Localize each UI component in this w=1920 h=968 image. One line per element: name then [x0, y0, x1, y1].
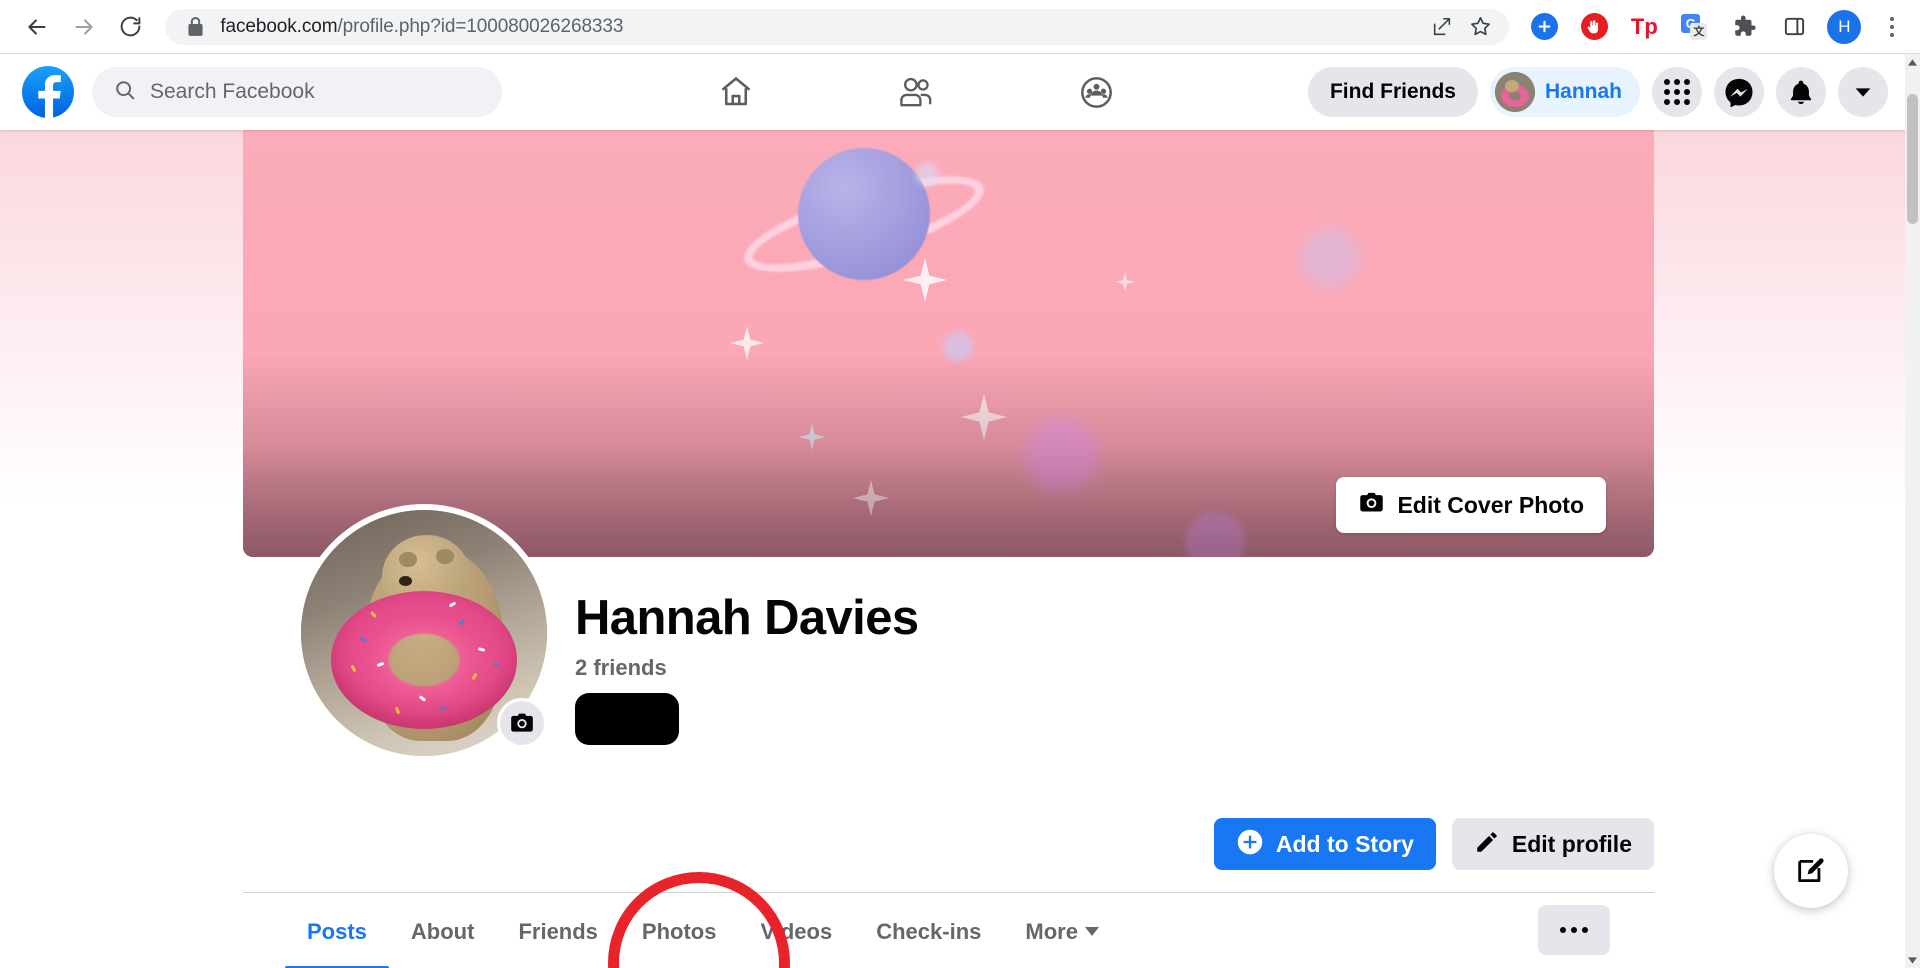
add-to-story-button[interactable]: Add to Story	[1213, 818, 1436, 870]
pencil-icon	[1474, 829, 1500, 860]
chrome-menu-button[interactable]	[1873, 7, 1910, 47]
tab-posts[interactable]: Posts	[285, 893, 389, 968]
tab-friends[interactable]: Friends	[496, 893, 619, 968]
groups-icon[interactable]	[1060, 63, 1132, 121]
menu-dot	[1889, 24, 1894, 29]
edit-profile-label: Edit profile	[1511, 830, 1632, 857]
tab-more[interactable]: More	[1003, 893, 1121, 968]
edit-profile-button[interactable]: Edit profile	[1451, 818, 1654, 870]
tab-label: Friends	[518, 918, 598, 944]
capybara-ear	[399, 551, 417, 567]
header-nav	[700, 63, 1132, 121]
search-icon	[114, 79, 136, 106]
dot	[1560, 927, 1566, 933]
cover-photo[interactable]: Edit Cover Photo	[243, 130, 1654, 557]
account-chip[interactable]: Hannah	[1489, 67, 1640, 117]
scroll-down-arrow-icon[interactable]	[1905, 952, 1920, 968]
browser-toolbar: facebook.com/profile.php?id=100080026268…	[0, 0, 1920, 54]
tab-list: Posts About Friends Photos Videos Check-…	[285, 893, 1121, 968]
orb-decoration	[915, 162, 939, 186]
tab-photos[interactable]: Photos	[620, 893, 739, 968]
profile-tabs: Posts About Friends Photos Videos Check-…	[243, 892, 1654, 968]
friends-icon[interactable]	[880, 63, 952, 121]
tab-label: About	[410, 918, 475, 944]
dot	[1582, 927, 1588, 933]
profile-page: Edit Cover Photo Hannah Davies 2 friends…	[0, 130, 1906, 968]
tab-check-ins[interactable]: Check-ins	[854, 893, 1003, 968]
tp-extension-icon[interactable]: Tp	[1624, 7, 1664, 47]
tab-label: Photos	[641, 918, 717, 944]
add-to-story-label: Add to Story	[1275, 830, 1414, 857]
side-panel-icon[interactable]	[1774, 7, 1814, 47]
bookmark-star-icon[interactable]	[1463, 10, 1497, 44]
google-translate-icon[interactable]: G 文	[1674, 7, 1714, 47]
adblock-stop-hand-icon[interactable]	[1574, 7, 1614, 47]
tab-videos[interactable]: Videos	[738, 893, 854, 968]
page-scrollbar[interactable]	[1905, 54, 1920, 968]
page-title: Hannah Davies	[575, 591, 919, 645]
edit-cover-photo-button[interactable]: Edit Cover Photo	[1336, 477, 1606, 533]
friend-count[interactable]: 2 friends	[575, 655, 919, 681]
menu-dot	[1889, 32, 1894, 37]
messenger-icon[interactable]	[1714, 67, 1764, 117]
tab-label: Posts	[307, 918, 367, 944]
browser-profile-avatar[interactable]: H	[1824, 7, 1864, 47]
browser-profile-initial: H	[1827, 9, 1862, 44]
share-icon[interactable]	[1425, 10, 1459, 44]
capybara-eye	[399, 576, 412, 587]
edit-cover-photo-label: Edit Cover Photo	[1397, 491, 1584, 518]
forward-button[interactable]	[64, 6, 102, 48]
account-menu-chevron-down-icon[interactable]	[1838, 67, 1888, 117]
profile-identity: Hannah Davies 2 friends	[575, 592, 919, 745]
search-placeholder: Search Facebook	[150, 80, 315, 103]
tab-label: More	[1025, 918, 1078, 944]
header-right-controls: Find Friends Hannah	[1307, 67, 1888, 117]
apps-grid-icon[interactable]	[1652, 67, 1702, 117]
grid-dots	[1664, 79, 1690, 105]
blue-compass-extension-icon[interactable]	[1524, 7, 1564, 47]
address-bar[interactable]: facebook.com/profile.php?id=100080026268…	[165, 8, 1510, 45]
find-friends-button[interactable]: Find Friends	[1307, 67, 1478, 117]
scroll-up-arrow-icon[interactable]	[1905, 54, 1920, 70]
redacted-content	[575, 692, 679, 745]
url-text: facebook.com/profile.php?id=100080026268…	[220, 15, 624, 37]
extension-tray: Tp G 文 H	[1509, 7, 1869, 47]
compose-pencil-icon[interactable]	[1774, 834, 1848, 908]
sprinkle	[492, 662, 501, 666]
change-profile-photo-camera-icon[interactable]	[497, 698, 547, 748]
dot	[1571, 927, 1577, 933]
home-icon[interactable]	[700, 63, 772, 121]
plus-circle-icon	[1236, 828, 1264, 861]
menu-dot	[1889, 16, 1894, 21]
tab-label: Videos	[760, 918, 833, 944]
avatar	[1494, 72, 1535, 112]
tabs-more-options-button[interactable]	[1538, 905, 1610, 955]
camera-icon	[1358, 489, 1385, 521]
scrollbar-thumb[interactable]	[1907, 94, 1918, 224]
facebook-header: Search Facebook Find Friends Hannah	[0, 54, 1906, 130]
notifications-bell-icon[interactable]	[1776, 67, 1826, 117]
tab-label: Check-ins	[876, 918, 982, 944]
chevron-down-icon	[1084, 927, 1099, 936]
planet-decoration	[798, 148, 930, 280]
profile-picture[interactable]	[295, 504, 553, 762]
profile-action-buttons: Add to Story Edit profile	[1213, 818, 1654, 870]
search-input[interactable]: Search Facebook	[92, 67, 502, 117]
tab-about[interactable]: About	[389, 893, 497, 968]
facebook-logo-icon[interactable]	[22, 66, 74, 118]
extensions-puzzle-icon[interactable]	[1724, 7, 1764, 47]
back-button[interactable]	[18, 6, 56, 48]
find-friends-label: Find Friends	[1329, 80, 1456, 103]
reload-button[interactable]	[111, 6, 149, 48]
account-name: Hannah	[1544, 80, 1622, 103]
donut-float	[330, 591, 518, 729]
capybara-ear	[436, 549, 454, 565]
lock-icon	[187, 16, 204, 37]
